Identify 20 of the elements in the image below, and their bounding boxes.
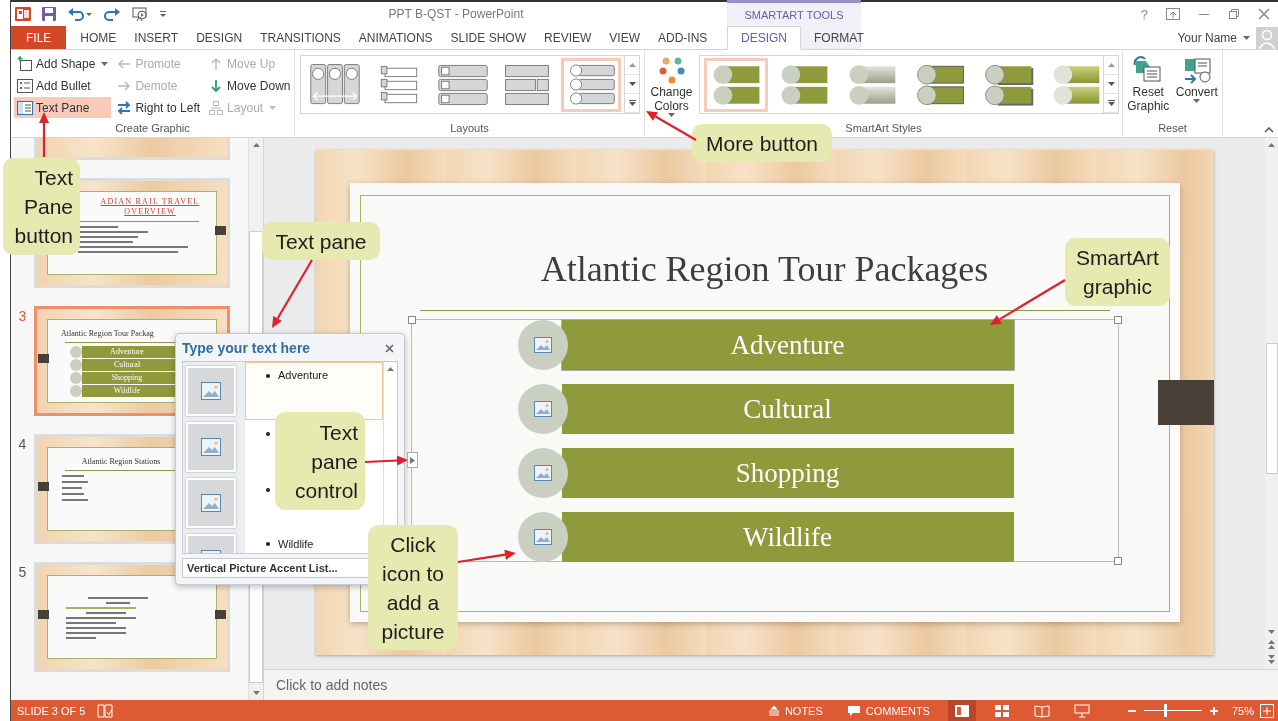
- group-label: Create Graphic: [115, 121, 190, 135]
- thumbnail-title: Atlantic Region Tour Packag: [61, 329, 154, 338]
- callout-tooltip: Click icon to add a picture: [368, 525, 458, 650]
- slide-number: 3: [17, 307, 28, 326]
- callout-tooltip: SmartArt graphic: [1065, 238, 1170, 306]
- thumbnail-title: Atlantic Region Stations: [81, 457, 161, 466]
- slide-number: 4: [17, 435, 28, 454]
- contextual-tab-header: SMARTART TOOLS: [743, 7, 845, 23]
- group-label: Reset: [1158, 121, 1187, 135]
- window-title: PPT B-QST - PowerPoint: [387, 7, 525, 22]
- slide-indicator: SLIDE 3 OF 5: [17, 704, 86, 717]
- group-label: Layouts: [450, 121, 489, 135]
- callout-tooltip: Text pane: [262, 222, 380, 260]
- group-label: SmartArt Styles: [845, 121, 922, 135]
- slide-number: 5: [17, 563, 28, 582]
- callout-tooltip: More button: [692, 124, 832, 162]
- thumbnail-title: OVERVIEW: [123, 207, 176, 217]
- callout-tooltip: Text Pane button: [3, 158, 80, 255]
- thumbnail-title: ADIAN RAIL TRAVEL: [99, 197, 200, 207]
- callout-tooltip: Text pane control: [275, 412, 365, 510]
